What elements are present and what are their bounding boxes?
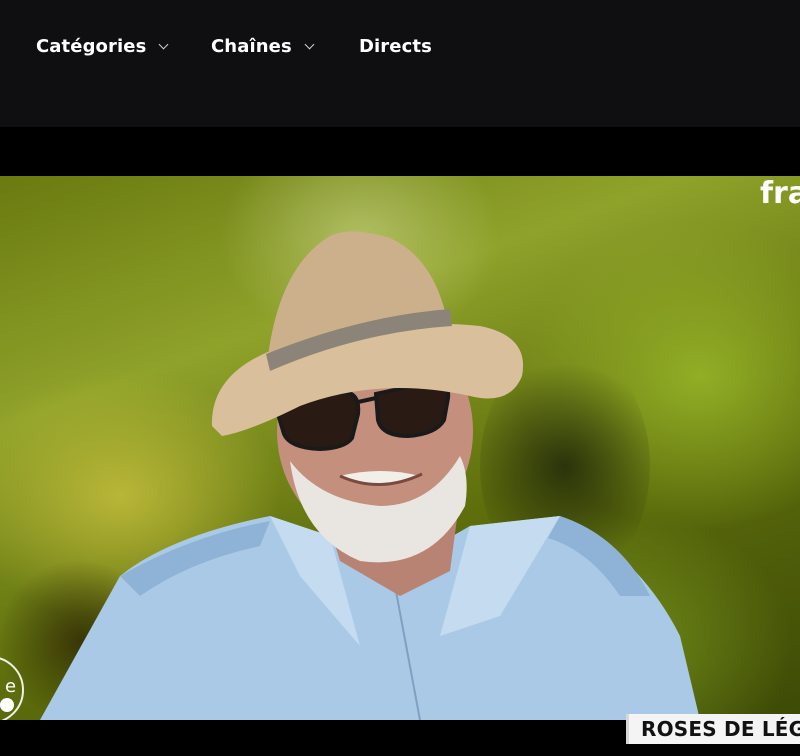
header-spacer bbox=[0, 127, 800, 176]
top-navigation-bar: Catégories Chaînes Directs bbox=[0, 0, 800, 127]
video-player[interactable]: fra e bbox=[0, 176, 800, 720]
nav-categories-label: Catégories bbox=[36, 35, 147, 57]
chevron-down-icon bbox=[158, 39, 169, 49]
channel-logo: fra bbox=[760, 176, 800, 211]
nav-menu-chaines[interactable]: Chaînes bbox=[211, 33, 315, 59]
video-frame-person bbox=[40, 231, 700, 720]
chevron-down-icon bbox=[304, 39, 315, 49]
program-title-text: ROSES DE LÉG bbox=[641, 717, 800, 741]
nav-directs-label: Directs bbox=[359, 35, 432, 57]
nav-chaines-label: Chaînes bbox=[211, 35, 292, 57]
nav-link-directs[interactable]: Directs bbox=[359, 33, 432, 59]
nav-menu-categories[interactable]: Catégories bbox=[36, 33, 169, 59]
program-title-banner: ROSES DE LÉG bbox=[626, 714, 800, 744]
channel-badge-dot-icon bbox=[0, 698, 14, 712]
channel-badge-letter: e bbox=[5, 676, 17, 697]
